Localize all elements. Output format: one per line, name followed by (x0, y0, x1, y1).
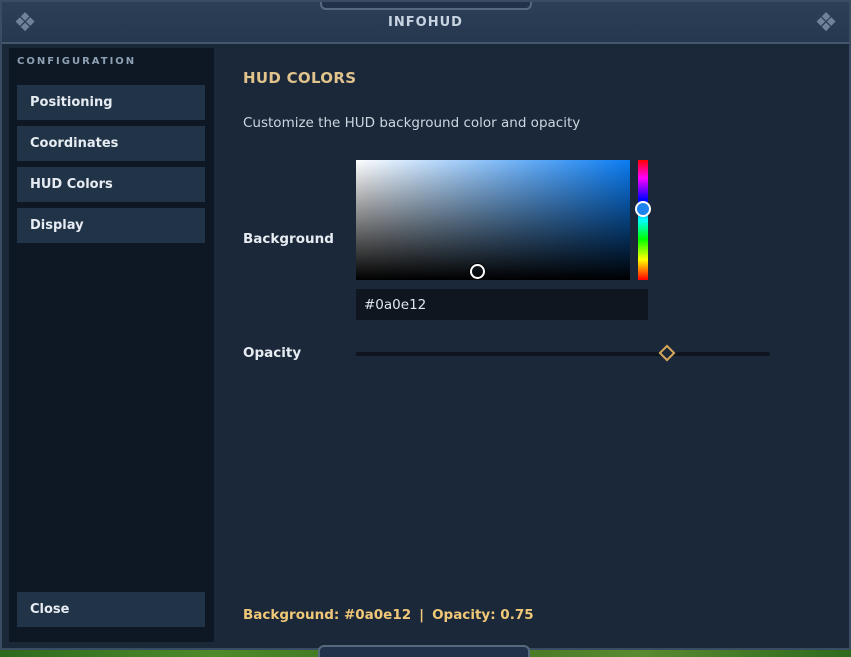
status-separator: | (419, 607, 425, 623)
saturation-value-picker[interactable] (356, 160, 630, 280)
sidebar: CONFIGURATION Positioning Coordinates HU… (9, 48, 214, 642)
title-bar: ❖ INFOHUD ❖ (2, 2, 849, 44)
section-title: HUD COLORS (243, 69, 357, 87)
opacity-slider[interactable] (356, 344, 770, 362)
status-background: Background: #0a0e12 (243, 607, 412, 623)
opacity-slider-fill (356, 352, 667, 356)
section-description: Customize the HUD background color and o… (243, 115, 581, 131)
hue-slider[interactable] (638, 160, 648, 280)
sidebar-item-display[interactable]: Display (17, 208, 205, 243)
infohud-window: ❖ INFOHUD ❖ CONFIGURATION Positioning Co… (0, 0, 851, 650)
sidebar-item-hud-colors[interactable]: HUD Colors (17, 167, 205, 202)
hex-color-input[interactable] (356, 289, 648, 320)
status-opacity: Opacity: 0.75 (432, 607, 534, 623)
background-label: Background (243, 231, 334, 247)
status-line: Background: #0a0e12 | Opacity: 0.75 (243, 607, 534, 623)
title-notch-ornament (320, 2, 532, 10)
sidebar-item-coordinates[interactable]: Coordinates (17, 126, 205, 161)
saturation-value-handle[interactable] (470, 264, 485, 279)
corner-ornament-icon: ❖ (13, 8, 37, 38)
corner-ornament-icon: ❖ (814, 8, 838, 38)
close-button[interactable]: Close (17, 592, 205, 627)
main-panel: HUD COLORS Customize the HUD background … (214, 48, 849, 642)
bottom-notch-ornament (318, 645, 530, 657)
hue-slider-handle[interactable] (635, 201, 651, 217)
window-title: INFOHUD (388, 14, 463, 30)
sidebar-item-positioning[interactable]: Positioning (17, 85, 205, 120)
sidebar-section-label: CONFIGURATION (17, 56, 137, 67)
opacity-slider-thumb[interactable] (658, 344, 675, 362)
opacity-label: Opacity (243, 345, 302, 361)
